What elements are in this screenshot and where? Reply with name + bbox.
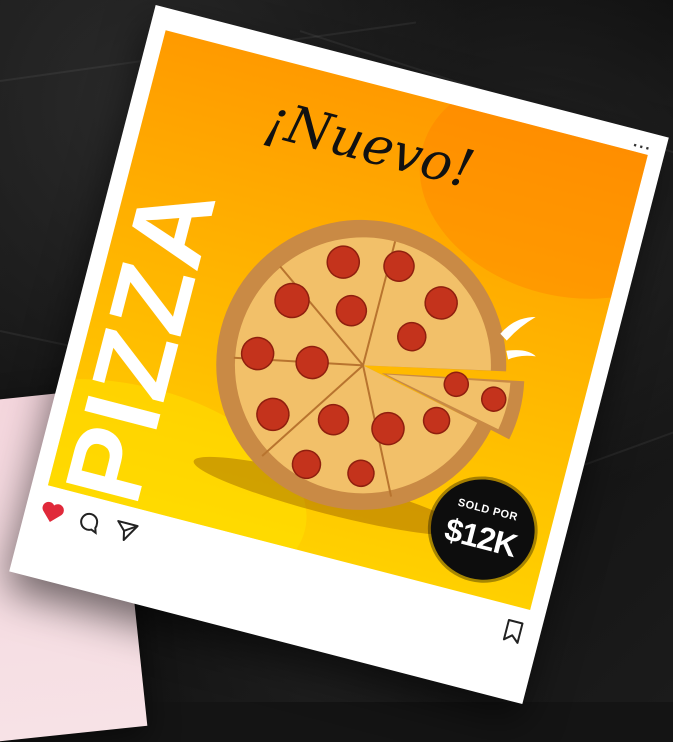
comment-button[interactable] xyxy=(73,506,105,538)
like-button[interactable] xyxy=(37,496,69,528)
comment-icon xyxy=(80,512,99,535)
heart-icon xyxy=(42,501,64,522)
share-button[interactable] xyxy=(110,515,142,547)
save-button[interactable] xyxy=(497,616,529,648)
bookmark-icon xyxy=(502,619,524,644)
send-icon xyxy=(117,520,139,542)
